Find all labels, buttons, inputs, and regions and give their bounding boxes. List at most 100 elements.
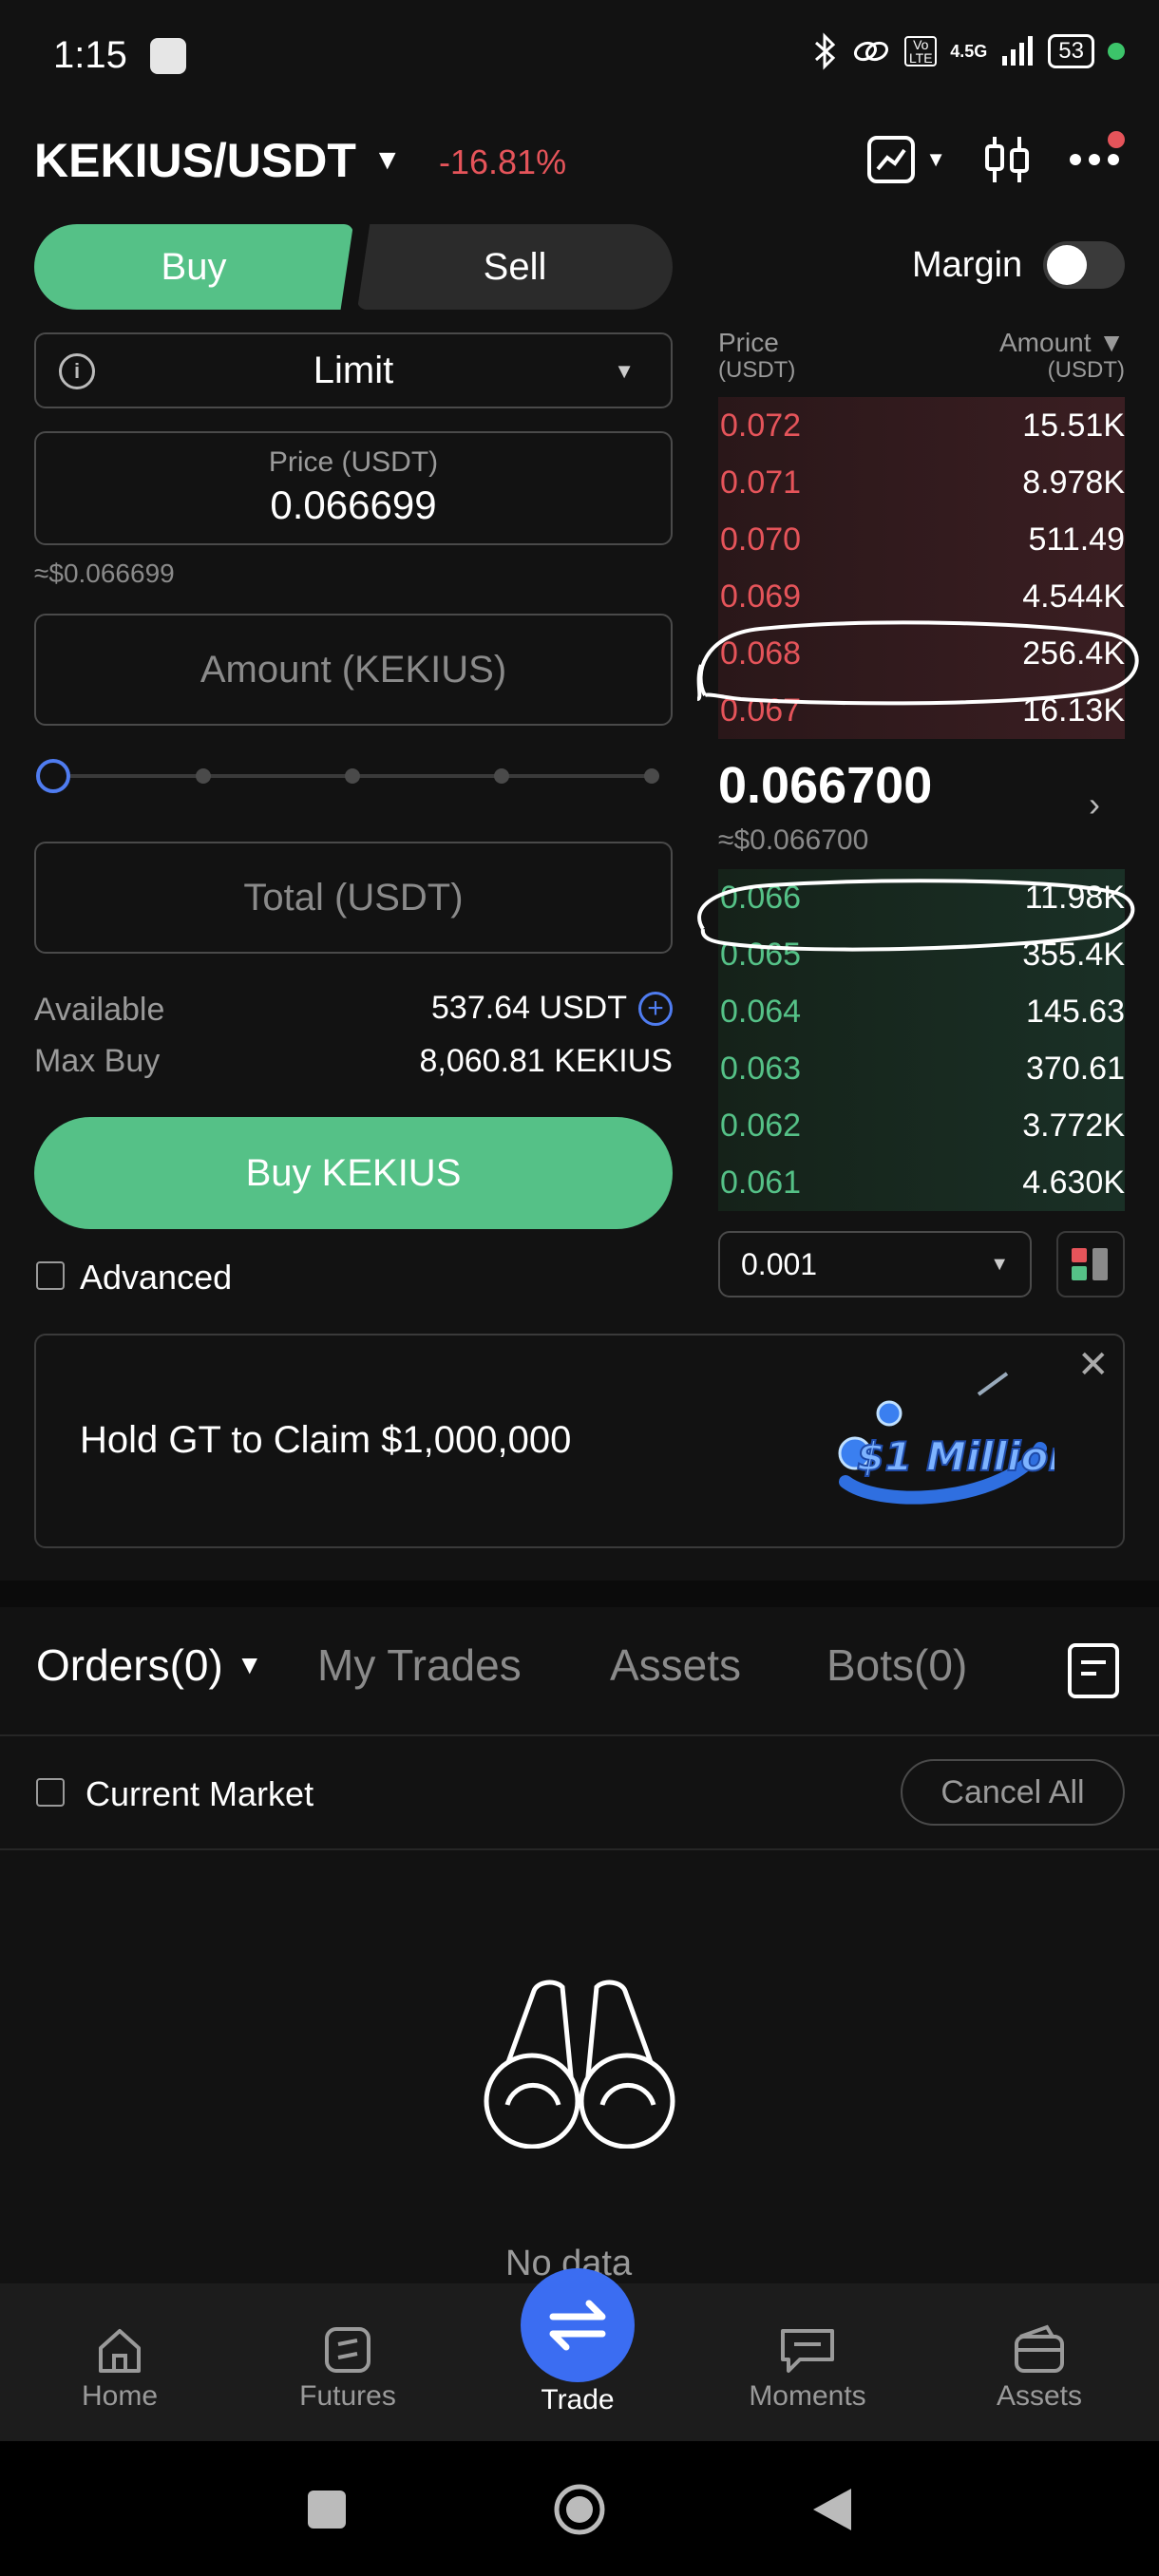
pair-name: KEKIUS/USDT (34, 134, 356, 187)
precision-select[interactable]: 0.001 ▼ (718, 1231, 1032, 1297)
current-market-label[interactable]: Current Market (86, 1774, 314, 1814)
buy-tab[interactable]: Buy (34, 224, 353, 310)
back-button[interactable] (809, 2485, 855, 2534)
trade-fab-button[interactable] (521, 2268, 635, 2382)
promo-text[interactable]: Hold GT to Claim $1,000,000 (80, 1419, 571, 1462)
order-type-select[interactable]: i Limit ▼ (34, 332, 673, 408)
ask-amount: 15.51K (1022, 407, 1125, 444)
buy-submit-button[interactable]: Buy KEKIUS (34, 1117, 673, 1229)
info-icon[interactable]: i (59, 353, 95, 389)
tab-my-trades[interactable]: My Trades (317, 1639, 522, 1691)
deposit-plus-icon[interactable]: + (638, 991, 673, 1026)
binoculars-icon (484, 1979, 675, 2149)
candlestick-icon[interactable] (982, 133, 1032, 186)
ob-price-header: Price (USDT) (718, 328, 796, 383)
bid-price: 0.063 (720, 1050, 802, 1087)
slider-tick[interactable] (644, 768, 659, 784)
advanced-checkbox[interactable] (36, 1261, 65, 1290)
maxbuy-value: 8,060.81 KEKIUS (419, 1043, 673, 1079)
ob-amount-title: Amount ▼ (999, 328, 1125, 357)
divider (0, 1848, 1159, 1850)
ask-amount: 8.978K (1022, 464, 1125, 501)
nav-futures[interactable]: Futures (262, 2320, 433, 2413)
million-text: $1 Million (857, 1433, 1054, 1480)
ask-price: 0.072 (720, 407, 802, 444)
home-icon (99, 2329, 141, 2373)
slider-tick[interactable] (196, 768, 211, 784)
ask-amount: 511.49 (1028, 521, 1125, 558)
volte-badge: Vo LTE (904, 36, 938, 66)
available-label: Available (34, 992, 165, 1028)
dropdown-icon: ▼ (614, 359, 635, 383)
ask-row[interactable]: 0.070 511.49 (718, 511, 1125, 568)
nav-home[interactable]: Home (34, 2320, 205, 2413)
order-type-value: Limit (313, 349, 394, 391)
tab-bots[interactable]: Bots(0) (826, 1639, 967, 1691)
futures-icon (325, 2327, 370, 2373)
price-input[interactable]: Price (USDT) 0.066699 (34, 431, 673, 545)
slider-tick[interactable] (345, 768, 360, 784)
more-icon[interactable] (1068, 152, 1121, 167)
signal-icon (1002, 36, 1034, 66)
nav-trade[interactable]: Trade (492, 2384, 663, 2416)
price-label: Price (USDT) (268, 446, 439, 478)
ob-price-title: Price (718, 328, 779, 357)
chart-button[interactable]: ▼ (866, 135, 946, 184)
slider-handle[interactable] (36, 759, 70, 793)
bluetooth-icon (815, 32, 836, 70)
bid-row[interactable]: 0.063 370.61 (718, 1040, 1125, 1097)
amount-input[interactable]: Amount (KEKIUS) (34, 614, 673, 726)
nav-trade-label: Trade (541, 2384, 615, 2415)
bid-amount: 4.630K (1022, 1164, 1125, 1201)
book-layout-button[interactable] (1056, 1231, 1125, 1297)
section-divider (0, 1581, 1159, 1607)
sell-tab[interactable]: Sell (357, 224, 673, 310)
million-graphic: $1 Million (838, 1372, 1054, 1505)
order-history-icon[interactable] (1068, 1643, 1119, 1698)
maxbuy-label: Max Buy (34, 1043, 161, 1079)
notification-dot (1108, 131, 1125, 148)
bid-price: 0.061 (720, 1164, 802, 1201)
chart-caret-icon: ▼ (925, 147, 946, 171)
recents-button[interactable] (308, 2491, 346, 2529)
privacy-indicator (1108, 43, 1125, 60)
pair-selector[interactable]: KEKIUS/USDT ▼ (34, 133, 402, 188)
bid-amount: 370.61 (1026, 1050, 1125, 1087)
bid-row[interactable]: 0.062 3.772K (718, 1097, 1125, 1154)
tab-orders[interactable]: Orders(0) ▼ (36, 1639, 263, 1691)
bid-price: 0.062 (720, 1107, 802, 1144)
ob-amount-header[interactable]: Amount ▼ (USDT) (999, 328, 1125, 383)
ob-price-unit: (USDT) (718, 356, 796, 383)
slider-tick[interactable] (494, 768, 509, 784)
current-market-checkbox[interactable] (36, 1778, 65, 1807)
price-change: -16.81% (439, 142, 567, 181)
tab-orders-label: Orders(0) (36, 1640, 223, 1690)
margin-toggle[interactable] (1043, 241, 1125, 289)
link-icon (854, 41, 889, 62)
dropdown-icon: ▼ (990, 1253, 1009, 1275)
tab-assets[interactable]: Assets (610, 1639, 741, 1691)
nav-assets[interactable]: Assets (954, 2320, 1125, 2413)
cancel-all-button[interactable]: Cancel All (901, 1759, 1125, 1826)
network-label: 4.5G (950, 41, 988, 61)
advanced-label[interactable]: Advanced (80, 1258, 232, 1297)
precision-value: 0.001 (741, 1246, 818, 1281)
status-icons: Vo LTE 4.5G 53 (813, 32, 1125, 70)
total-input[interactable]: Total (USDT) (34, 842, 673, 954)
available-value-row: 537.64 USDT + (431, 990, 673, 1027)
nav-home-label: Home (81, 2380, 159, 2412)
nav-moments[interactable]: Moments (722, 2320, 893, 2413)
swap-icon (549, 2300, 606, 2351)
ask-row[interactable]: 0.071 8.978K (718, 454, 1125, 511)
ask-row[interactable]: 0.072 15.51K (718, 397, 1125, 454)
home-button[interactable] (551, 2481, 608, 2538)
price-value[interactable]: 0.066699 (36, 483, 671, 528)
divider (0, 1734, 1159, 1736)
layout-icon (1072, 1248, 1108, 1280)
bid-row[interactable]: 0.061 4.630K (718, 1154, 1125, 1211)
wallet-icon (1015, 2324, 1064, 2373)
available-value: 537.64 USDT (431, 990, 627, 1026)
close-icon[interactable]: ✕ (1077, 1343, 1110, 1387)
moments-icon (781, 2329, 834, 2373)
caret-down-icon: ▼ (372, 144, 402, 176)
